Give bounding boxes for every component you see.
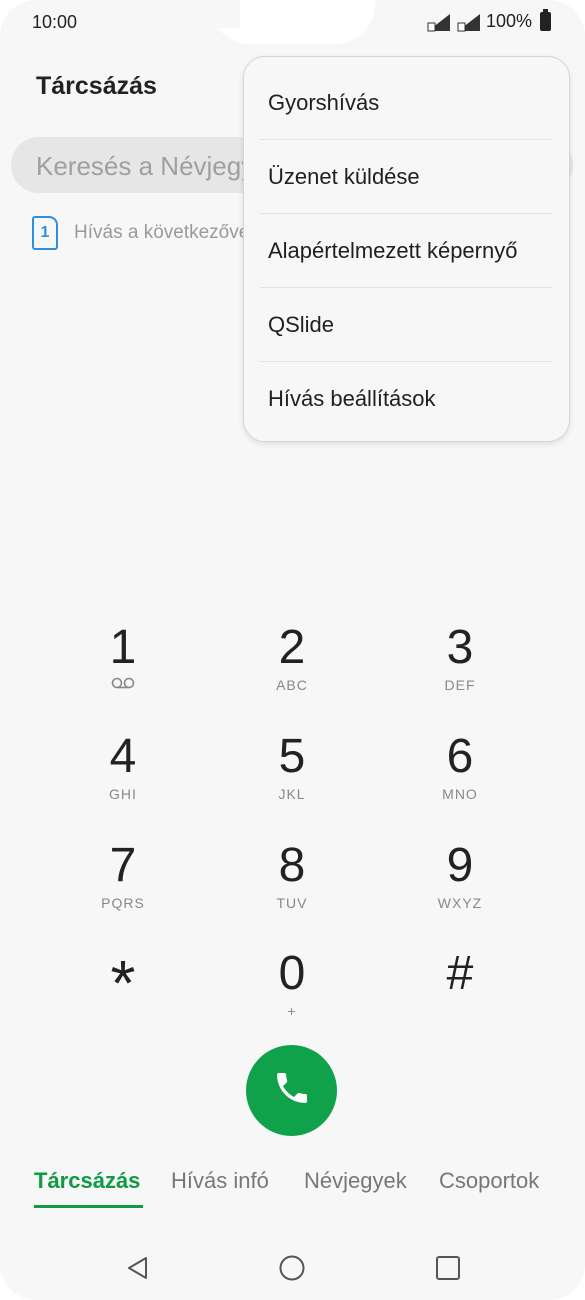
key-digit: 2 <box>278 621 306 674</box>
key-hash[interactable]: # <box>385 946 535 1046</box>
battery-icon <box>540 9 551 31</box>
tab-dialer[interactable]: Tárcsázás <box>34 1168 140 1194</box>
status-time: 10:00 <box>32 12 78 32</box>
key-digit: 7 <box>109 839 137 892</box>
sim-call-row[interactable]: 1 Hívás a következővel <box>32 216 254 250</box>
key-0[interactable]: 0 + <box>217 946 367 1046</box>
key-1[interactable]: 1 <box>48 620 198 720</box>
menu-item-qslide[interactable]: QSlide <box>260 288 552 362</box>
key-3[interactable]: 3 DEF <box>385 620 535 720</box>
key-2[interactable]: 2 ABC <box>217 620 367 720</box>
page-title: Tárcsázás <box>36 72 157 100</box>
key-digit: 3 <box>446 621 474 674</box>
key-9[interactable]: 9 WXYZ <box>385 838 535 938</box>
key-digit: 6 <box>446 730 474 783</box>
status-icons: 100% <box>426 9 551 32</box>
key-letters: GHI <box>109 786 137 802</box>
key-letters: + <box>287 1003 297 1019</box>
key-digit: * <box>110 947 136 1019</box>
recents-icon <box>434 1254 462 1287</box>
key-digit: 1 <box>109 621 137 674</box>
signal-sim2-icon <box>456 12 482 32</box>
active-tab-indicator <box>34 1205 143 1208</box>
menu-item-call-settings[interactable]: Hívás beállítások <box>260 362 552 436</box>
key-letters: ABC <box>276 677 308 693</box>
sim-call-label: Hívás a következővel <box>74 222 254 243</box>
tab-call-log[interactable]: Hívás infó <box>171 1168 269 1194</box>
phone-screen: 10:00 100% Tárcsázás Keresés a Névjegyek… <box>0 0 585 1300</box>
voicemail-icon <box>48 676 198 694</box>
back-button[interactable] <box>118 1250 158 1290</box>
key-digit: 4 <box>109 730 137 783</box>
tab-contacts[interactable]: Névjegyek <box>304 1168 407 1194</box>
sim-card-icon: 1 <box>32 216 58 250</box>
bottom-tabs: Tárcsázás Hívás infó Névjegyek Csoportok <box>0 1168 585 1218</box>
key-letters: JKL <box>278 786 306 802</box>
overflow-menu: Gyorshívás Üzenet küldése Alapértelmezet… <box>243 56 570 442</box>
status-bar: 10:00 100% <box>0 0 585 46</box>
key-digit: 9 <box>446 839 474 892</box>
key-digit: # <box>446 947 474 1000</box>
key-7[interactable]: 7 PQRS <box>48 838 198 938</box>
key-5[interactable]: 5 JKL <box>217 729 367 829</box>
key-6[interactable]: 6 MNO <box>385 729 535 829</box>
key-8[interactable]: 8 TUV <box>217 838 367 938</box>
key-letters: DEF <box>444 677 476 693</box>
key-letters: TUV <box>276 895 308 911</box>
navigation-bar <box>0 1238 585 1298</box>
home-icon <box>278 1254 306 1287</box>
tab-groups[interactable]: Csoportok <box>439 1168 539 1194</box>
key-letters: WXYZ <box>437 895 483 911</box>
key-letters: PQRS <box>101 895 145 911</box>
key-4[interactable]: 4 GHI <box>48 729 198 829</box>
back-icon <box>124 1254 152 1287</box>
key-letters: MNO <box>442 786 478 802</box>
call-button[interactable] <box>246 1045 337 1136</box>
phone-icon <box>272 1068 312 1113</box>
menu-item-default-screen[interactable]: Alapértelmezett képernyő <box>260 214 552 288</box>
menu-item-speed-dial[interactable]: Gyorshívás <box>260 66 552 140</box>
menu-item-send-message[interactable]: Üzenet küldése <box>260 140 552 214</box>
recents-button[interactable] <box>428 1250 468 1290</box>
signal-sim1-icon <box>426 12 452 32</box>
home-button[interactable] <box>272 1250 312 1290</box>
key-digit: 0 <box>278 947 306 1000</box>
key-digit: 8 <box>278 839 306 892</box>
key-digit: 5 <box>278 730 306 783</box>
key-star[interactable]: * <box>48 948 198 1048</box>
battery-percent: 100% <box>485 11 532 31</box>
